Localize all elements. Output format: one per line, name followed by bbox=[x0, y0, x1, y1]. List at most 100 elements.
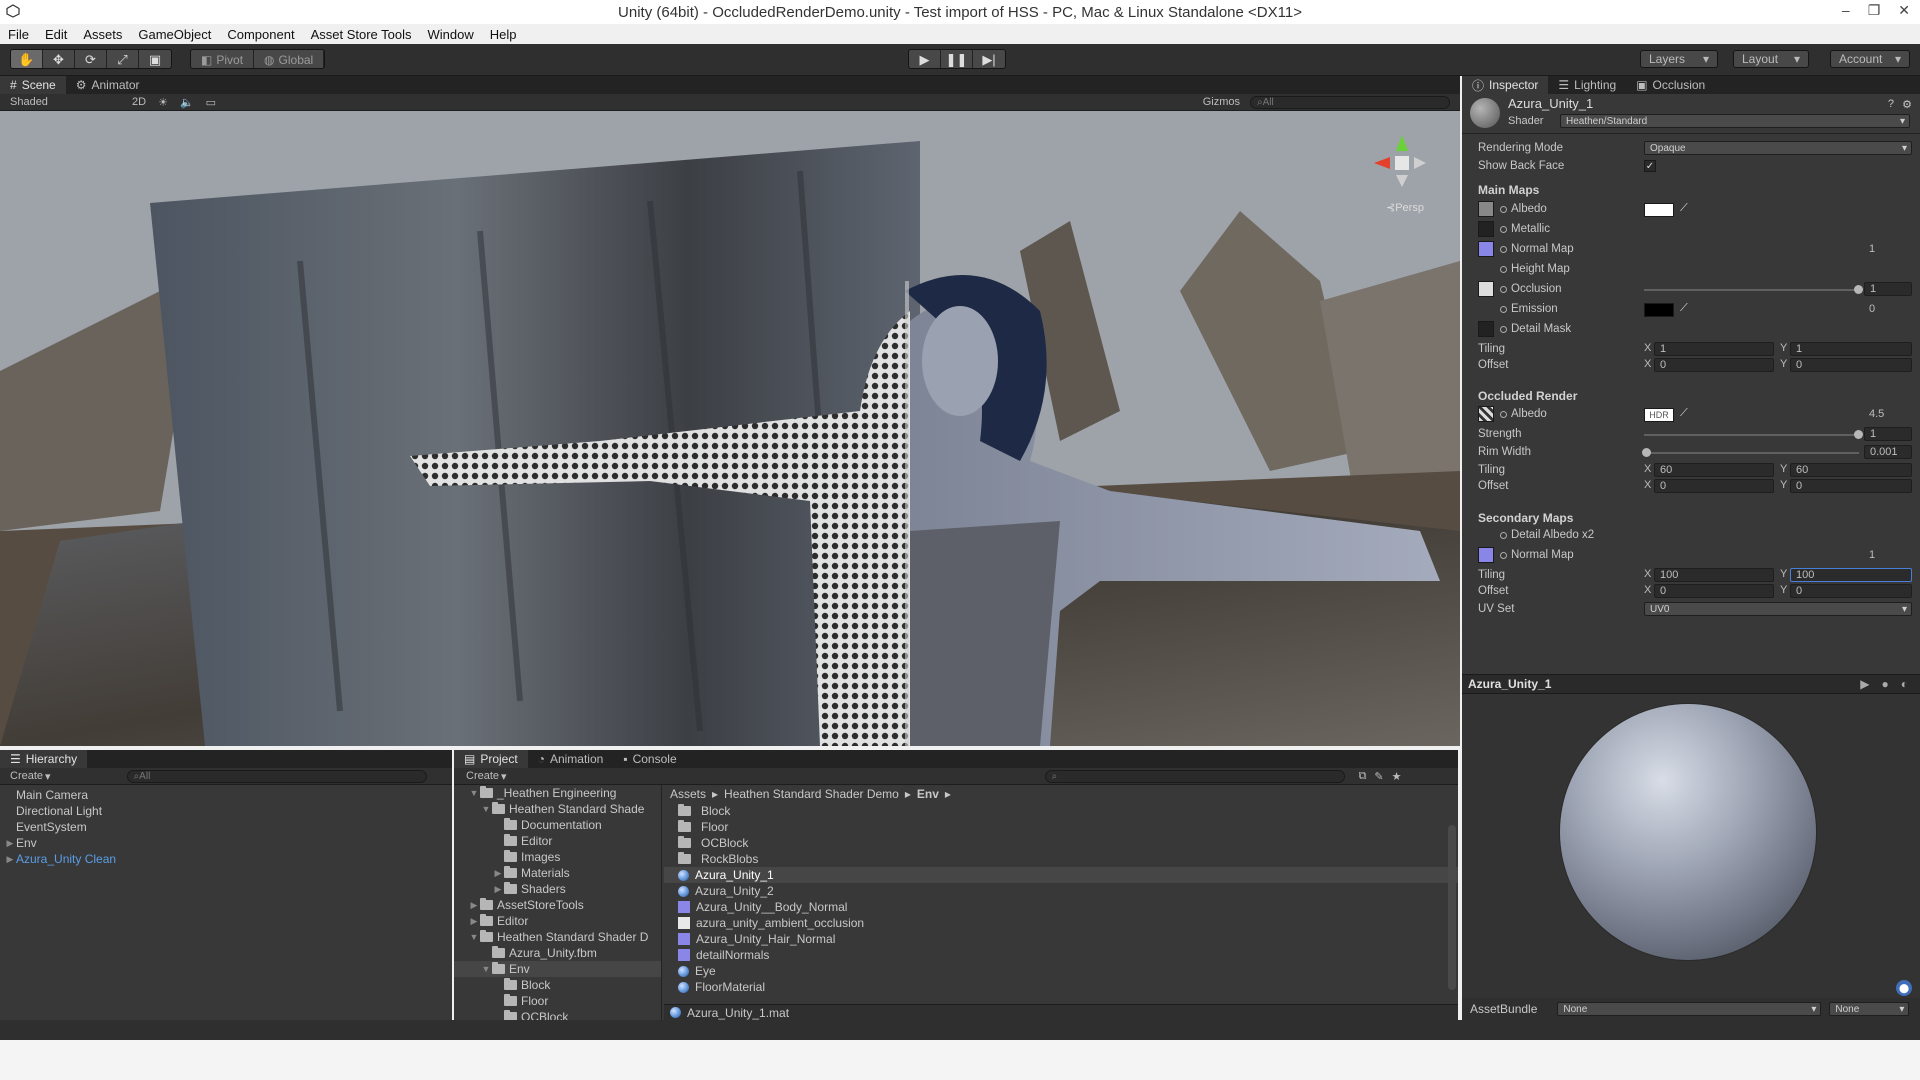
object-picker-icon[interactable] bbox=[1500, 265, 1507, 273]
tab-animator[interactable]: ⚙ Animator bbox=[66, 76, 150, 94]
menu-component[interactable]: Component bbox=[227, 27, 294, 42]
secondary-offset-x-input[interactable]: 0 bbox=[1654, 584, 1774, 598]
file-item[interactable]: FloorMaterial bbox=[664, 979, 1458, 995]
menu-edit[interactable]: Edit bbox=[45, 27, 67, 42]
occluded-albedo-intensity[interactable]: 4.5 bbox=[1864, 407, 1912, 421]
folder-item[interactable]: ▶ Materials bbox=[454, 865, 661, 881]
folder-item[interactable]: ▶ AssetStoreTools bbox=[454, 897, 661, 913]
folder-item[interactable]: ▼ Heathen Standard Shade bbox=[454, 801, 661, 817]
emission-value-input[interactable]: 0 bbox=[1864, 302, 1912, 316]
show-back-face-checkbox[interactable]: ✓ bbox=[1644, 160, 1656, 172]
file-item[interactable]: Azura_Unity_2 bbox=[664, 883, 1458, 899]
menu-help[interactable]: Help bbox=[490, 27, 517, 42]
scale-tool-icon[interactable]: ⤢ bbox=[107, 50, 139, 68]
collapse-arrow-icon[interactable]: ▼ bbox=[480, 804, 492, 814]
folder-item[interactable]: Block bbox=[454, 977, 661, 993]
play-button[interactable]: ▶ bbox=[909, 50, 941, 68]
tab-hierarchy[interactable]: ☰ Hierarchy bbox=[0, 750, 88, 768]
perspective-label[interactable]: ⊰Persp bbox=[1386, 201, 1424, 214]
minimize-button[interactable]: – bbox=[1842, 2, 1850, 19]
object-picker-icon[interactable] bbox=[1500, 245, 1507, 253]
object-picker-icon[interactable] bbox=[1500, 305, 1507, 313]
hierarchy-item-directional-light[interactable]: Directional Light bbox=[0, 803, 452, 819]
albedo-texture-slot[interactable] bbox=[1478, 201, 1494, 217]
pause-button[interactable]: ❚❚ bbox=[941, 50, 973, 68]
tab-console[interactable]: ▪ Console bbox=[613, 750, 686, 768]
collapse-arrow-icon[interactable]: ▼ bbox=[480, 964, 492, 974]
object-picker-icon[interactable] bbox=[1500, 410, 1507, 418]
asset-label-icon[interactable]: ⬤ bbox=[1896, 980, 1912, 996]
layout-dropdown[interactable]: Layout ▾ bbox=[1733, 50, 1809, 68]
project-create-button[interactable]: Create bbox=[466, 770, 499, 782]
menu-assets[interactable]: Assets bbox=[83, 27, 122, 42]
main-offset-x-input[interactable]: 0 bbox=[1654, 358, 1774, 372]
occluded-offset-y-input[interactable]: 0 bbox=[1790, 479, 1912, 493]
strength-value-input[interactable]: 1 bbox=[1864, 427, 1912, 441]
file-item[interactable]: Eye bbox=[664, 963, 1458, 979]
rim-width-slider-track[interactable] bbox=[1644, 452, 1859, 454]
rotate-tool-icon[interactable]: ⟳ bbox=[75, 50, 107, 68]
hierarchy-item-env[interactable]: ▶ Env bbox=[0, 835, 452, 851]
expand-arrow-icon[interactable]: ▶ bbox=[468, 916, 480, 927]
maximize-button[interactable]: ❐ bbox=[1868, 2, 1881, 19]
breadcrumb-assets[interactable]: Assets bbox=[670, 787, 706, 801]
folder-item[interactable]: Editor bbox=[454, 833, 661, 849]
file-list-scrollbar[interactable] bbox=[1448, 825, 1456, 990]
occluded-albedo-texture-slot[interactable] bbox=[1478, 406, 1494, 422]
file-item[interactable]: OCBlock bbox=[664, 835, 1458, 851]
secondary-tiling-x-input[interactable]: 100 bbox=[1654, 568, 1774, 582]
uv-set-dropdown[interactable]: UV0 ▾ bbox=[1644, 602, 1912, 616]
expand-arrow-icon[interactable]: ▶ bbox=[492, 884, 504, 895]
material-preview[interactable]: ⬤ bbox=[1462, 694, 1920, 1004]
folder-item[interactable]: Azura_Unity.fbm bbox=[454, 945, 661, 961]
emission-color-swatch[interactable] bbox=[1644, 303, 1674, 317]
rim-width-slider-handle[interactable] bbox=[1642, 448, 1651, 457]
filter-by-label-icon[interactable]: ✎ bbox=[1374, 770, 1383, 783]
global-button[interactable]: ◍ Global bbox=[254, 50, 325, 68]
occluded-offset-x-input[interactable]: 0 bbox=[1654, 479, 1774, 493]
file-item[interactable]: Block bbox=[664, 803, 1458, 819]
assetbundle-variant-dropdown[interactable]: None ▾ bbox=[1829, 1002, 1910, 1016]
folder-item[interactable]: Floor bbox=[454, 993, 661, 1009]
occluded-tiling-y-input[interactable]: 60 bbox=[1790, 463, 1912, 477]
object-picker-icon[interactable] bbox=[1500, 225, 1507, 233]
occlusion-slider-handle[interactable] bbox=[1854, 285, 1863, 294]
file-item[interactable]: Azura_Unity__Body_Normal bbox=[664, 899, 1458, 915]
object-picker-icon[interactable] bbox=[1500, 551, 1507, 559]
normal-map-texture-slot[interactable] bbox=[1478, 241, 1494, 257]
secondary-offset-y-input[interactable]: 0 bbox=[1790, 584, 1912, 598]
file-item[interactable]: detailNormals bbox=[664, 947, 1458, 963]
hierarchy-create-button[interactable]: Create bbox=[10, 770, 43, 782]
hierarchy-item-main-camera[interactable]: Main Camera bbox=[0, 787, 452, 803]
tab-lighting[interactable]: ☰ Lighting bbox=[1548, 76, 1626, 94]
expand-arrow-icon[interactable]: ▶ bbox=[468, 900, 480, 911]
shading-mode-dropdown[interactable]: Shaded bbox=[10, 96, 120, 108]
hdr-color-swatch[interactable]: HDR bbox=[1644, 408, 1674, 422]
occluded-tiling-x-input[interactable]: 60 bbox=[1654, 463, 1774, 477]
scene-search-input[interactable]: ⌕ All bbox=[1250, 95, 1450, 109]
albedo-color-swatch[interactable] bbox=[1644, 203, 1674, 217]
effects-toggle-icon[interactable]: ▭ bbox=[206, 96, 216, 109]
preview-shape-icon[interactable]: ◐ bbox=[1901, 677, 1908, 691]
lighting-toggle-icon[interactable]: ☀ bbox=[158, 96, 168, 109]
strength-slider-track[interactable] bbox=[1644, 434, 1859, 436]
preview-light-icon[interactable]: ● bbox=[1882, 677, 1889, 691]
file-item[interactable]: Azura_Unity_Hair_Normal bbox=[664, 931, 1458, 947]
rim-width-value-input[interactable]: 0.001 bbox=[1864, 445, 1912, 459]
object-picker-icon[interactable] bbox=[1500, 531, 1507, 539]
file-item[interactable]: Floor bbox=[664, 819, 1458, 835]
file-item[interactable]: RockBlobs bbox=[664, 851, 1458, 867]
eyedropper-icon[interactable]: ⟋ bbox=[1680, 302, 1692, 314]
menu-gameobject[interactable]: GameObject bbox=[138, 27, 211, 42]
tab-project[interactable]: ▤ Project bbox=[454, 750, 528, 768]
assetbundle-dropdown[interactable]: None ▾ bbox=[1557, 1002, 1822, 1016]
breadcrumb-env[interactable]: Env bbox=[917, 787, 939, 801]
metallic-texture-slot[interactable] bbox=[1478, 221, 1494, 237]
folder-item[interactable]: ▶ Shaders bbox=[454, 881, 661, 897]
secondary-tiling-y-input[interactable]: 100 bbox=[1790, 568, 1912, 582]
step-button[interactable]: ▶| bbox=[973, 50, 1005, 68]
object-picker-icon[interactable] bbox=[1500, 285, 1507, 293]
scene-viewport[interactable]: ⊰Persp bbox=[0, 111, 1460, 746]
2d-toggle[interactable]: 2D bbox=[132, 96, 146, 108]
folder-item[interactable]: ▼ Heathen Standard Shader D bbox=[454, 929, 661, 945]
